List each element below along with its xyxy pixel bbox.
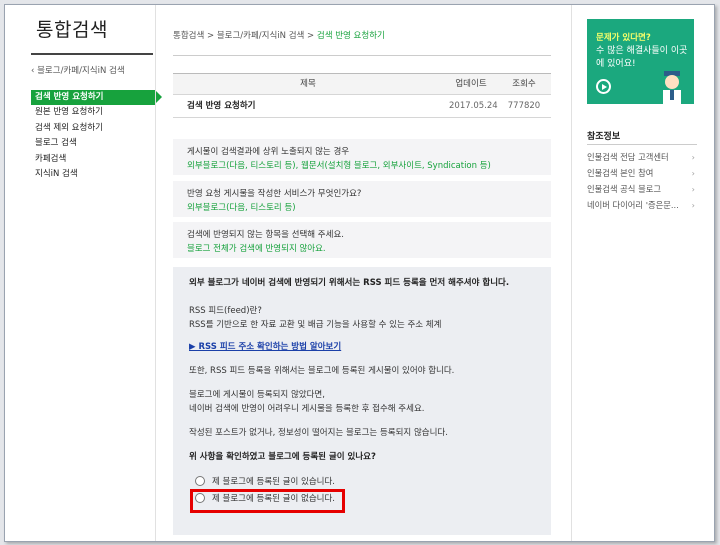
reference-item[interactable]: 인물검색 본인 참여 › <box>587 165 697 181</box>
sidebar-item-original-reflect-request[interactable]: 원본 반영 요청하기 <box>31 105 165 120</box>
rss-help-link[interactable]: ▶ RSS 피드 주소 확인하는 방법 알아보기 <box>189 340 539 354</box>
sidebar-breadcrumb-label: 블로그/카페/지식iN 검색 <box>37 66 125 76</box>
radio-has-posts[interactable]: 제 블로그에 등록된 글이 있습니다. <box>189 473 539 488</box>
reference-item[interactable]: 네이버 다이어리 '증은문... › <box>587 197 697 213</box>
reference-item[interactable]: 인물검색 전담 고객센터 › <box>587 149 697 165</box>
sidebar-nav: 검색 반영 요청하기 원본 반영 요청하기 검색 제외 요청하기 블로그 검색 … <box>31 90 165 182</box>
qa-question: 검색에 반영되지 않는 항목을 선택해 주세요. <box>187 230 344 240</box>
arrow-right-icon: › <box>691 152 695 162</box>
no-post-text-line2: 네이버 검색에 반영이 어려우니 게시물을 등록한 후 접수해 주세요. <box>189 404 425 414</box>
rss-question: RSS 피드(feed)란? <box>189 306 262 316</box>
qa-answer: 외부블로그(다음, 티스토리 등), 웹문서(설치형 블로그, 외부사이트, S… <box>187 161 491 171</box>
chevron-left-icon: ‹ <box>31 66 35 76</box>
sidebar-breadcrumb[interactable]: ‹ 블로그/카페/지식iN 검색 <box>31 64 125 76</box>
arrow-right-icon: › <box>691 168 695 178</box>
column-header-views: 조회수 <box>512 79 536 89</box>
rss-definition: RSS를 기반으로 한 자료 교환 및 배급 기능을 사용할 수 있는 주소 체… <box>189 320 442 330</box>
table-row: 검색 반영 요청하기 2017.05.24 777820 <box>173 94 551 118</box>
banner-headline: 문제가 있다면? <box>596 33 651 43</box>
arrow-right-icon: › <box>691 184 695 194</box>
breadcrumb-item-blog-cafe-kin[interactable]: 블로그/카페/지식iN 검색 <box>217 31 305 41</box>
qa-answer: 블로그 전체가 검색에 반영되지 않아요. <box>187 244 326 254</box>
qa-answer: 외부블로그(다음, 티스토리 등) <box>187 203 296 213</box>
reference-item-label[interactable]: 인물검색 전담 고객센터 <box>587 152 669 162</box>
unregistered-note: 작성된 포스트가 없거나, 정보성이 떨어지는 블로그는 등록되지 않습니다. <box>189 428 448 438</box>
radio-has-posts-label[interactable]: 제 블로그에 등록된 글이 있습니다. <box>212 475 335 487</box>
breadcrumb-divider <box>173 55 551 56</box>
reference-item-label[interactable]: 인물검색 공식 블로그 <box>587 184 661 194</box>
sidebar-item-cafe-search[interactable]: 카페검색 <box>31 152 165 167</box>
left-divider <box>155 5 156 541</box>
qa-box[interactable]: 검색에 반영되지 않는 항목을 선택해 주세요. 블로그 전체가 검색에 반영되… <box>173 222 551 258</box>
logo-divider <box>31 53 153 55</box>
sidebar-item-kin-search[interactable]: 지식iN 검색 <box>31 167 165 182</box>
breadcrumb-separator: > <box>206 31 215 41</box>
breadcrumb-current: 검색 반영 요청하기 <box>316 31 385 41</box>
article-views: 777820 <box>507 101 541 111</box>
highlight-box <box>190 489 345 513</box>
column-header-date: 업데이트 <box>455 79 487 89</box>
reference-title: 참조정보 <box>587 132 621 142</box>
rss-requirement-text: 또한, RSS 피드 등록을 위해서는 블로그에 등록된 게시물이 있어야 합니… <box>189 366 455 376</box>
reference-item-label[interactable]: 인물검색 본인 참여 <box>587 168 653 178</box>
qa-box[interactable]: 게시물이 검색결과에 상위 노출되지 않는 경우 외부블로그(다음, 티스토리 … <box>173 139 551 175</box>
reference-item[interactable]: 인물검색 공식 블로그 › <box>587 181 697 197</box>
help-banner[interactable]: 문제가 있다면? 수 많은 해결사들이 이곳에 있어요! <box>587 19 694 104</box>
qa-box[interactable]: 반영 요청 게시물을 작성한 서비스가 무엇인가요? 외부블로그(다음, 티스토… <box>173 181 551 217</box>
breadcrumb-separator: > <box>307 31 315 41</box>
breadcrumb-item-integrated-search[interactable]: 통합검색 <box>173 31 204 41</box>
table-header: 제목 업데이트 조회수 <box>173 73 551 94</box>
reference-item-label[interactable]: 네이버 다이어리 '증은문... <box>587 200 679 210</box>
article-table: 제목 업데이트 조회수 검색 반영 요청하기 2017.05.24 777820 <box>173 73 551 118</box>
reference-divider <box>587 144 697 145</box>
article-title: 검색 반영 요청하기 <box>187 101 256 111</box>
sidebar-item-search-exclude-request[interactable]: 검색 제외 요청하기 <box>31 121 165 136</box>
column-header-title: 제목 <box>300 79 316 89</box>
page-frame: 통합검색 ‹ 블로그/카페/지식iN 검색 검색 반영 요청하기 원본 반영 요… <box>4 4 715 542</box>
radio-circle-icon[interactable] <box>195 475 205 486</box>
qa-question: 게시물이 검색결과에 상위 노출되지 않는 경우 <box>187 147 350 157</box>
article-date: 2017.05.24 <box>449 101 498 111</box>
rss-notice-title: 외부 블로그가 네이버 검색에 반영되기 위해서는 RSS 피드 등록을 먼저 … <box>189 278 510 288</box>
right-divider <box>571 5 572 541</box>
sidebar-item-search-reflect-request[interactable]: 검색 반영 요청하기 <box>31 90 162 106</box>
qa-question: 반영 요청 게시물을 작성한 서비스가 무엇인가요? <box>187 189 362 199</box>
sidebar-item-blog-search[interactable]: 블로그 검색 <box>31 136 165 151</box>
person-illustration-icon <box>663 71 681 104</box>
breadcrumb: 통합검색 > 블로그/카페/지식iN 검색 > 검색 반영 요청하기 <box>173 29 385 41</box>
no-post-text-line1: 블로그에 게시물이 등록되지 않았다면, <box>189 390 325 400</box>
arrow-right-icon: › <box>691 200 695 210</box>
play-icon[interactable] <box>596 79 611 94</box>
reference-list: 인물검색 전담 고객센터 › 인물검색 본인 참여 › 인물검색 공식 블로그 … <box>587 149 697 213</box>
confirm-question: 위 사항을 확인하였고 블로그에 등록된 글이 있나요? <box>189 452 376 462</box>
banner-text: 수 많은 해결사들이 이곳에 있어요! <box>596 46 688 69</box>
left-sidebar: 통합검색 ‹ 블로그/카페/지식iN 검색 검색 반영 요청하기 원본 반영 요… <box>5 5 162 541</box>
page-logo[interactable]: 통합검색 <box>36 15 108 42</box>
